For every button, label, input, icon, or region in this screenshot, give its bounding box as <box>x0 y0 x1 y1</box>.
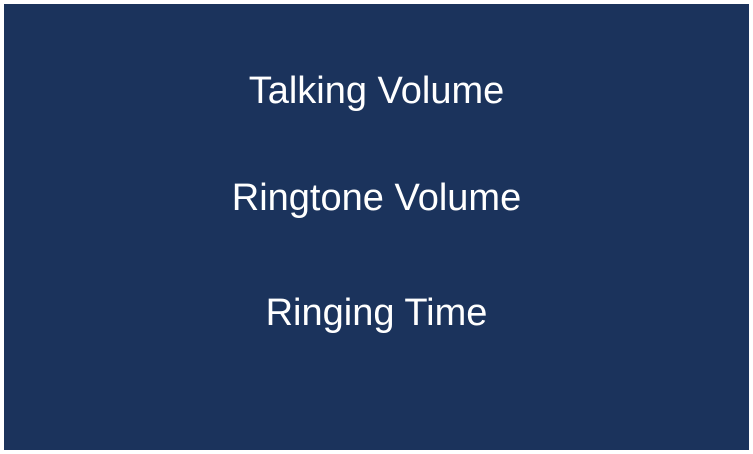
menu-item-label: Ringtone Volume <box>231 177 522 219</box>
menu-item-ringtone-volume[interactable]: Ringtone Volume <box>4 170 749 226</box>
menu-item-label: Talking Volume <box>248 70 505 112</box>
settings-menu: Talking Volume Ringtone Volume Ringing T… <box>4 4 749 450</box>
menu-item-talking-volume[interactable]: Talking Volume <box>4 63 749 119</box>
menu-item-ringing-time[interactable]: Ringing Time <box>4 285 749 341</box>
menu-item-label: Ringing Time <box>265 292 488 334</box>
device-screen: Talking Volume Ringtone Volume Ringing T… <box>4 4 749 450</box>
